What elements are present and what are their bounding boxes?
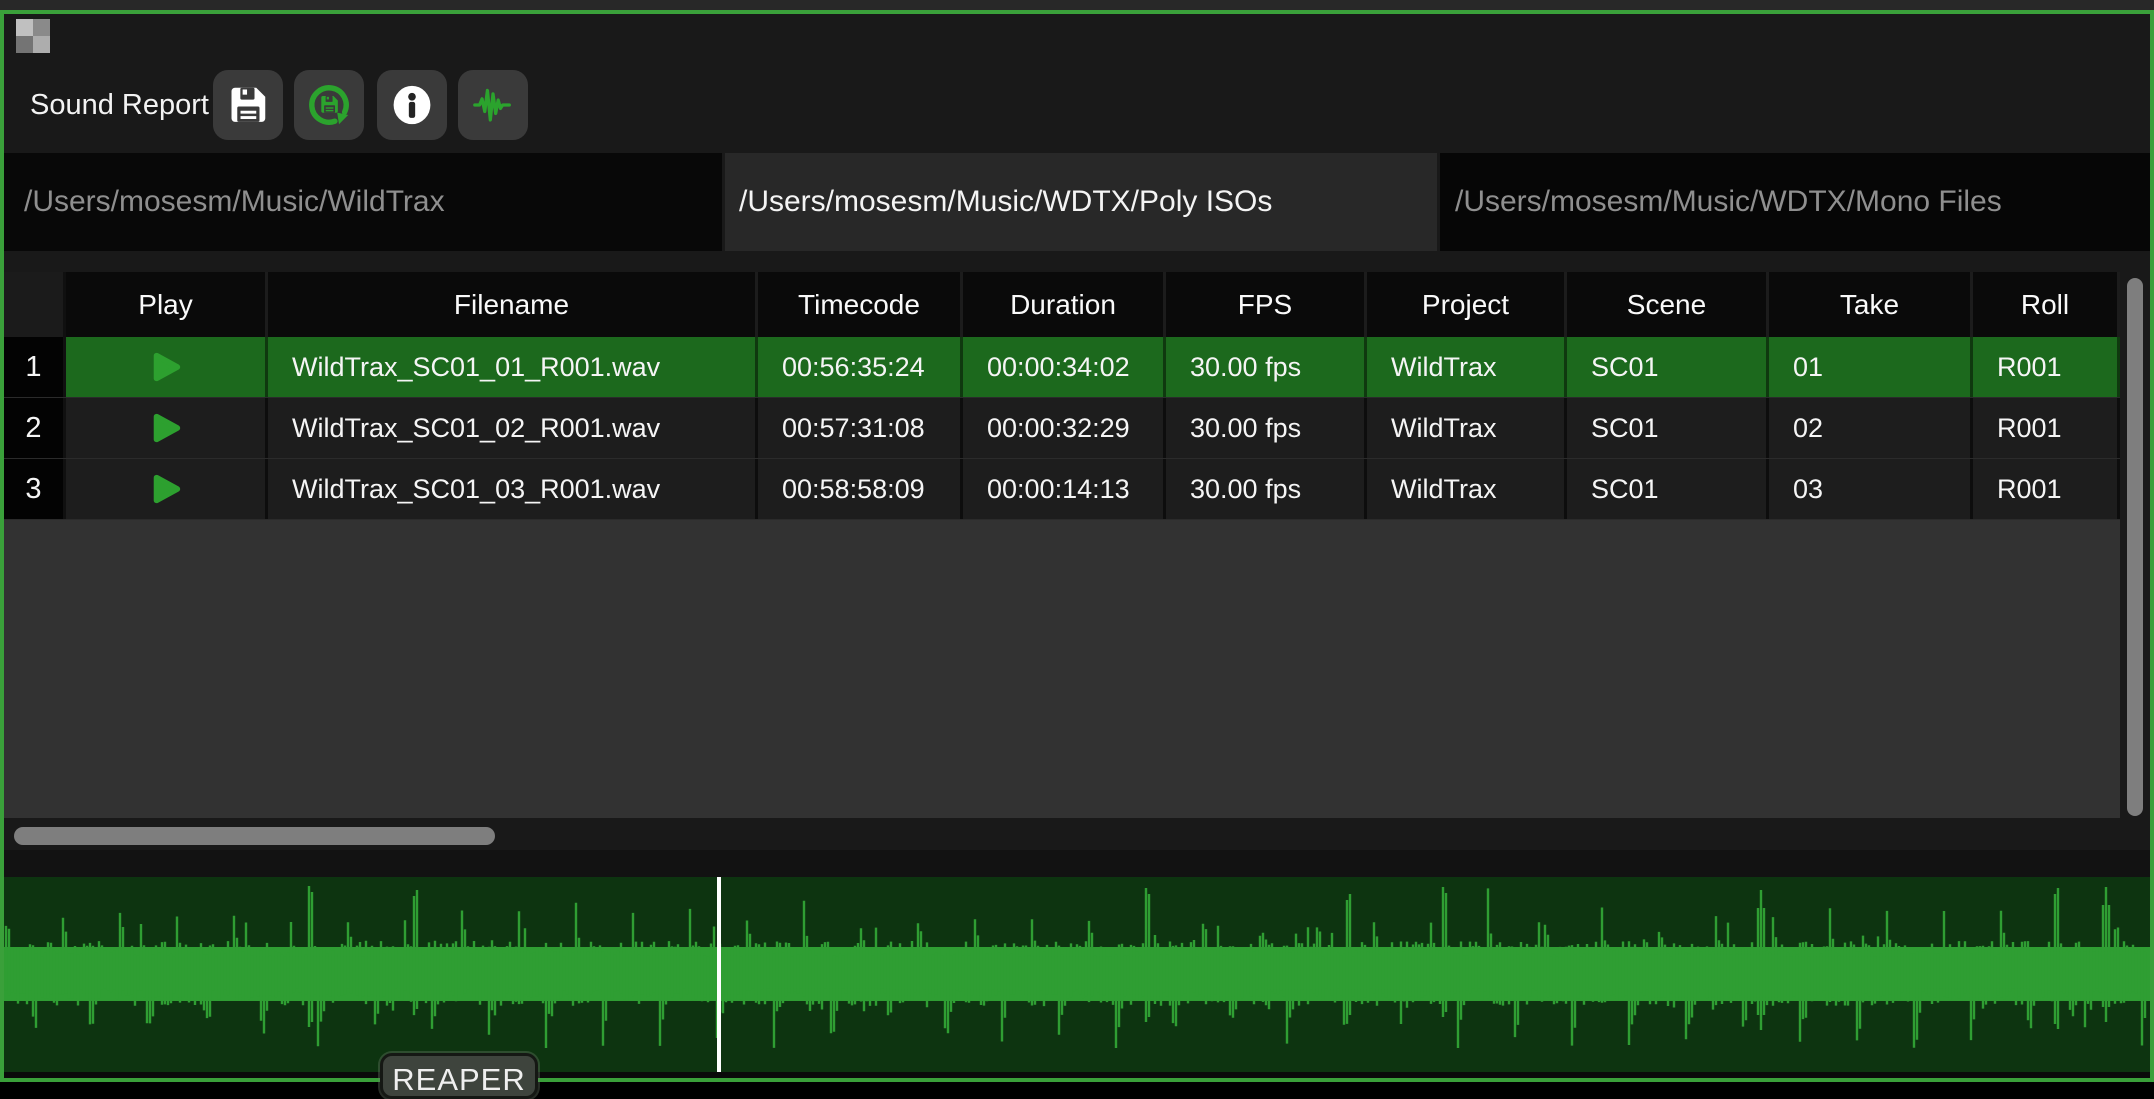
info-icon (389, 82, 435, 128)
floppy-icon (225, 82, 271, 128)
cell-take: 02 (1769, 398, 1973, 458)
cell-roll: R001 (1973, 337, 2120, 397)
cell-filename: WildTrax_SC01_02_R001.wav (268, 398, 758, 458)
tab-wildtrax[interactable]: /Users/mosesm/Music/WildTrax (4, 153, 722, 251)
column-header-scene[interactable]: Scene (1567, 272, 1769, 337)
column-header-take[interactable]: Take (1769, 272, 1973, 337)
cell-timecode: 00:57:31:08 (758, 398, 963, 458)
column-header-duration[interactable]: Duration (963, 272, 1166, 337)
tab-mono-files[interactable]: /Users/mosesm/Music/WDTX/Mono Files (1440, 153, 2150, 251)
vertical-scrollbar[interactable] (2120, 265, 2150, 850)
tab-path-label: /Users/mosesm/Music/WildTrax (24, 185, 445, 219)
table-empty-area (4, 520, 2120, 818)
vertical-scrollbar-thumb[interactable] (2127, 278, 2143, 816)
table-row[interactable]: 3 WildTrax_SC01_03_R001.wav00:58:58:0900:… (4, 459, 2120, 520)
play-button[interactable] (149, 350, 183, 384)
column-header-index[interactable] (4, 272, 66, 337)
auto-save-button[interactable] (294, 70, 364, 140)
cell-roll: R001 (1973, 398, 2120, 458)
tab-poly-isos[interactable]: /Users/mosesm/Music/WDTX/Poly ISOs (725, 153, 1437, 251)
cell-take: 03 (1769, 459, 1973, 519)
play-icon (149, 494, 183, 509)
column-header-roll[interactable]: Roll (1973, 272, 2120, 337)
cell-fps: 30.00 fps (1166, 337, 1367, 397)
column-header-fps[interactable]: FPS (1166, 272, 1367, 337)
cell-duration: 00:00:14:13 (963, 459, 1166, 519)
horizontal-scrollbar[interactable] (4, 818, 2150, 850)
floppy-refresh-icon (305, 81, 353, 129)
reaper-window-label[interactable]: REAPER (380, 1053, 538, 1099)
play-icon (149, 372, 183, 387)
row-number: 1 (4, 337, 66, 397)
cell-duration: 00:00:34:02 (963, 337, 1166, 397)
cell-roll: R001 (1973, 459, 2120, 519)
play-icon (149, 433, 183, 448)
cell-scene: SC01 (1567, 337, 1769, 397)
waveform-display[interactable] (4, 877, 2150, 1072)
window-proxy-icon[interactable] (16, 19, 50, 53)
table-row[interactable]: 2 WildTrax_SC01_02_R001.wav00:57:31:0800:… (4, 398, 2120, 459)
play-button[interactable] (149, 411, 183, 445)
horizontal-scrollbar-thumb[interactable] (14, 827, 495, 845)
toolbar-title: Sound Report (30, 70, 209, 140)
cell-play (66, 337, 268, 397)
folder-tabs: /Users/mosesm/Music/WildTrax /Users/mose… (4, 153, 2150, 251)
cell-play (66, 398, 268, 458)
waveform-icon (470, 82, 516, 128)
cell-filename: WildTrax_SC01_01_R001.wav (268, 337, 758, 397)
column-header-timecode[interactable]: Timecode (758, 272, 963, 337)
cell-duration: 00:00:32:29 (963, 398, 1166, 458)
divider-strip (4, 850, 2150, 877)
cell-fps: 30.00 fps (1166, 398, 1367, 458)
cell-scene: SC01 (1567, 459, 1769, 519)
tab-path-label: /Users/mosesm/Music/WDTX/Poly ISOs (739, 185, 1272, 219)
cell-project: WildTrax (1367, 398, 1567, 458)
reaper-label-text: REAPER (392, 1062, 525, 1098)
info-button[interactable] (377, 70, 447, 140)
cell-fps: 30.00 fps (1166, 459, 1367, 519)
row-number: 2 (4, 398, 66, 458)
waveform-view-button[interactable] (458, 70, 528, 140)
tab-path-label: /Users/mosesm/Music/WDTX/Mono Files (1455, 185, 2002, 219)
save-report-button[interactable] (213, 70, 283, 140)
cell-filename: WildTrax_SC01_03_R001.wav (268, 459, 758, 519)
table-header: PlayFilenameTimecodeDurationFPSProjectSc… (4, 272, 2120, 337)
column-header-play[interactable]: Play (66, 272, 268, 337)
sound-report-window: Sound Report (0, 10, 2154, 1082)
cell-scene: SC01 (1567, 398, 1769, 458)
cell-timecode: 00:58:58:09 (758, 459, 963, 519)
column-header-filename[interactable]: Filename (268, 272, 758, 337)
cell-timecode: 00:56:35:24 (758, 337, 963, 397)
column-header-project[interactable]: Project (1367, 272, 1567, 337)
cell-play (66, 459, 268, 519)
table-rows: 1WildTrax_SC01_01_R001.wav00:56:35:2400:… (4, 337, 2120, 520)
desktop-top-strip (0, 0, 2154, 10)
waveform-bottom-gap (4, 1072, 2150, 1078)
play-button[interactable] (149, 472, 183, 506)
table-row[interactable]: 1 WildTrax_SC01_01_R001.wav00:56:35:2400:… (4, 337, 2120, 398)
row-number: 3 (4, 459, 66, 519)
cell-take: 01 (1769, 337, 1973, 397)
cell-project: WildTrax (1367, 459, 1567, 519)
playhead-cursor[interactable] (717, 877, 721, 1072)
cell-project: WildTrax (1367, 337, 1567, 397)
